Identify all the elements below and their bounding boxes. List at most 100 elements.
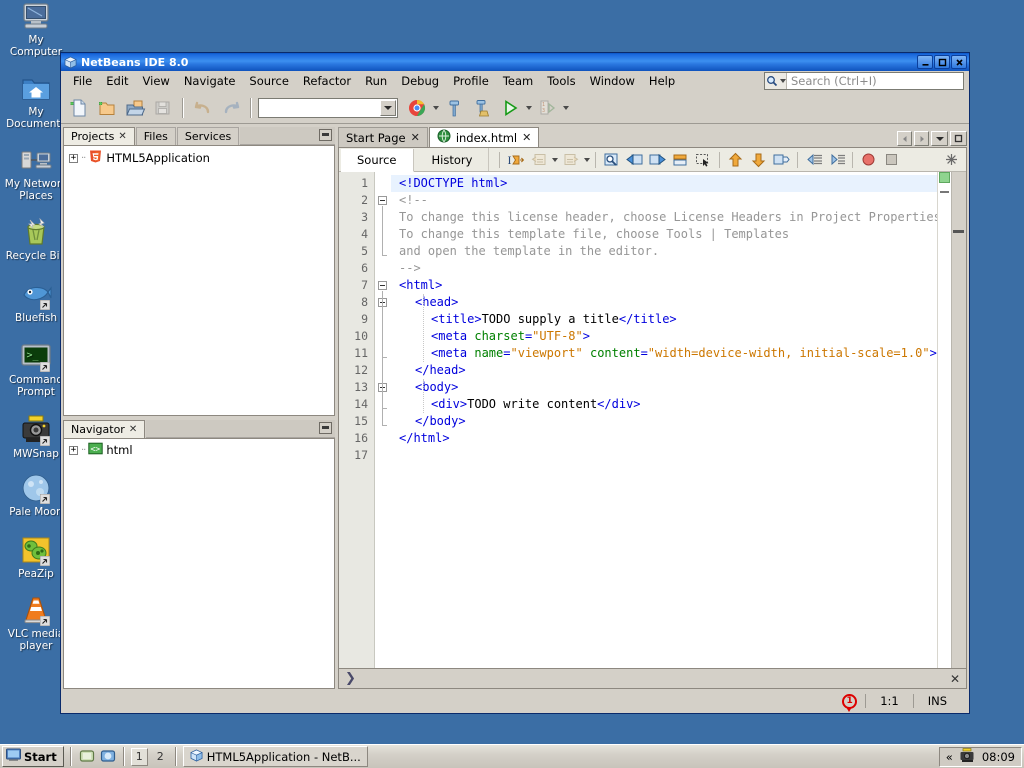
hammer-broom-icon[interactable] [469, 95, 495, 121]
code-editor[interactable]: 1234567891011121314151617 <!DOCTYPE html… [339, 172, 966, 668]
editor-vertical-scrollbar[interactable] [951, 172, 966, 668]
code-line[interactable]: and open the template in the editor. [391, 243, 937, 260]
code-line[interactable]: </body> [391, 413, 937, 430]
annotation-bar[interactable] [937, 172, 951, 668]
find-next-icon[interactable] [647, 150, 668, 170]
menu-navigate[interactable]: Navigate [177, 72, 243, 90]
code-line[interactable]: </head> [391, 362, 937, 379]
scroll-thumb[interactable] [953, 230, 964, 233]
last-edit-icon[interactable] [771, 150, 792, 170]
save-all-icon[interactable] [150, 95, 176, 121]
chrome-browser-icon[interactable] [404, 95, 430, 121]
tab-services[interactable]: Services [177, 127, 239, 145]
tab-start-page[interactable]: Start Page ✕ [338, 127, 428, 147]
stop-square-icon[interactable] [881, 150, 902, 170]
navigator-tree[interactable]: + ·· <> html [63, 438, 335, 689]
new-project-icon[interactable] [94, 95, 120, 121]
tree-row[interactable]: + ·· <> html [64, 439, 334, 458]
tab-source[interactable]: Source [341, 149, 414, 172]
minimize-button[interactable] [917, 55, 933, 69]
bookmark-toggle-icon[interactable]: I [505, 150, 526, 170]
browser-dropdown-caret[interactable] [433, 106, 439, 110]
debug-project-icon[interactable]: 1 3 [534, 95, 560, 121]
code-line[interactable]: <html> [391, 277, 937, 294]
code-line[interactable]: <!-- [391, 192, 937, 209]
code-text-area[interactable]: <!DOCTYPE html><!--To change this licens… [391, 172, 937, 668]
down-arrow-icon[interactable] [748, 150, 769, 170]
start-button[interactable]: Start [2, 746, 64, 767]
search-box[interactable]: Search (Ctrl+I) [764, 72, 964, 90]
close-icon[interactable]: ✕ [411, 131, 420, 144]
run-dropdown-caret[interactable] [526, 106, 532, 110]
find-previous-icon[interactable] [624, 150, 645, 170]
tree-item-label[interactable]: html [106, 443, 132, 457]
toolbar-toggle-icon[interactable] [941, 150, 962, 170]
menu-profile[interactable]: Profile [446, 72, 496, 90]
project-configuration-combo[interactable] [258, 98, 398, 118]
close-icon[interactable]: ✕ [950, 672, 960, 686]
code-line[interactable]: <meta name="viewport" content="width=dev… [391, 345, 937, 362]
code-line[interactable]: <!DOCTYPE html> [391, 175, 937, 192]
chevron-down-icon[interactable] [380, 100, 396, 116]
chevron-right-icon[interactable]: ❯ [345, 671, 356, 686]
menu-view[interactable]: View [136, 72, 177, 90]
toggle-highlight-icon[interactable] [670, 150, 691, 170]
find-selection-icon[interactable] [601, 150, 622, 170]
code-line[interactable]: To change this license header, choose Li… [391, 209, 937, 226]
taskbar-window-button[interactable]: HTML5Application - NetB... [183, 746, 368, 767]
menu-help[interactable]: Help [642, 72, 682, 90]
code-line[interactable]: <meta charset="UTF-8"> [391, 328, 937, 345]
menu-edit[interactable]: Edit [99, 72, 135, 90]
tree-row[interactable]: + ·· HTML5Application [64, 146, 334, 167]
open-project-icon[interactable] [122, 95, 148, 121]
menu-window[interactable]: Window [583, 72, 642, 90]
close-icon[interactable]: ✕ [118, 131, 126, 142]
scroll-right-icon[interactable] [914, 131, 929, 146]
close-icon[interactable]: ✕ [522, 131, 531, 144]
desktop-icon-computer[interactable]: My Computer [0, 0, 72, 58]
menu-file[interactable]: File [66, 72, 99, 90]
search-icon[interactable] [765, 73, 787, 89]
output-window-strip[interactable]: ❯ ✕ [338, 669, 967, 689]
search-dropdown-caret[interactable] [780, 79, 786, 83]
mwsnap-tray-icon[interactable] [959, 748, 976, 766]
code-line[interactable] [391, 447, 937, 464]
tab-index-html[interactable]: index.html ✕ [429, 127, 540, 147]
tab-projects[interactable]: Projects✕ [63, 127, 135, 145]
tab-files[interactable]: Files [136, 127, 176, 145]
next-bookmark-icon[interactable] [560, 150, 581, 170]
scroll-left-icon[interactable] [897, 131, 912, 146]
search-input[interactable]: Search (Ctrl+I) [787, 73, 963, 89]
show-desktop-icon[interactable] [78, 748, 96, 766]
status-badge[interactable]: 1 [842, 694, 857, 709]
menu-run[interactable]: Run [358, 72, 394, 90]
shift-right-icon[interactable] [826, 150, 847, 170]
redo-arrow-icon[interactable] [218, 95, 244, 121]
menu-tools[interactable]: Tools [540, 72, 582, 90]
minimize-window-icon[interactable] [319, 422, 332, 434]
close-button[interactable] [951, 55, 967, 69]
green-play-icon[interactable] [497, 95, 523, 121]
code-line[interactable]: <body> [391, 379, 937, 396]
code-line[interactable]: </html> [391, 430, 937, 447]
projects-tree[interactable]: + ·· HTML5Application [63, 145, 335, 416]
tray-clock[interactable]: 08:09 [982, 750, 1015, 764]
menu-debug[interactable]: Debug [394, 72, 446, 90]
up-arrow-icon[interactable] [725, 150, 746, 170]
tree-item-label[interactable]: HTML5Application [106, 151, 210, 165]
debug-dropdown-caret[interactable] [563, 106, 569, 110]
code-fold-toggle[interactable] [378, 281, 387, 290]
code-fold-toggle[interactable] [378, 196, 387, 205]
new-file-icon[interactable] [66, 95, 92, 121]
maximize-editor-icon[interactable] [950, 131, 967, 146]
code-line[interactable]: --> [391, 260, 937, 277]
minimize-window-icon[interactable] [319, 129, 332, 141]
hammer-icon[interactable] [441, 95, 467, 121]
code-line[interactable]: <head> [391, 294, 937, 311]
next-bookmark-caret[interactable] [584, 158, 590, 162]
code-line[interactable]: <title>TODO supply a title</title> [391, 311, 937, 328]
menu-team[interactable]: Team [496, 72, 540, 90]
virtual-desktop-1[interactable]: 1 [131, 748, 148, 766]
code-line[interactable]: <div>TODO write content</div> [391, 396, 937, 413]
window-title-bar[interactable]: NetBeans IDE 8.0 [61, 53, 969, 71]
